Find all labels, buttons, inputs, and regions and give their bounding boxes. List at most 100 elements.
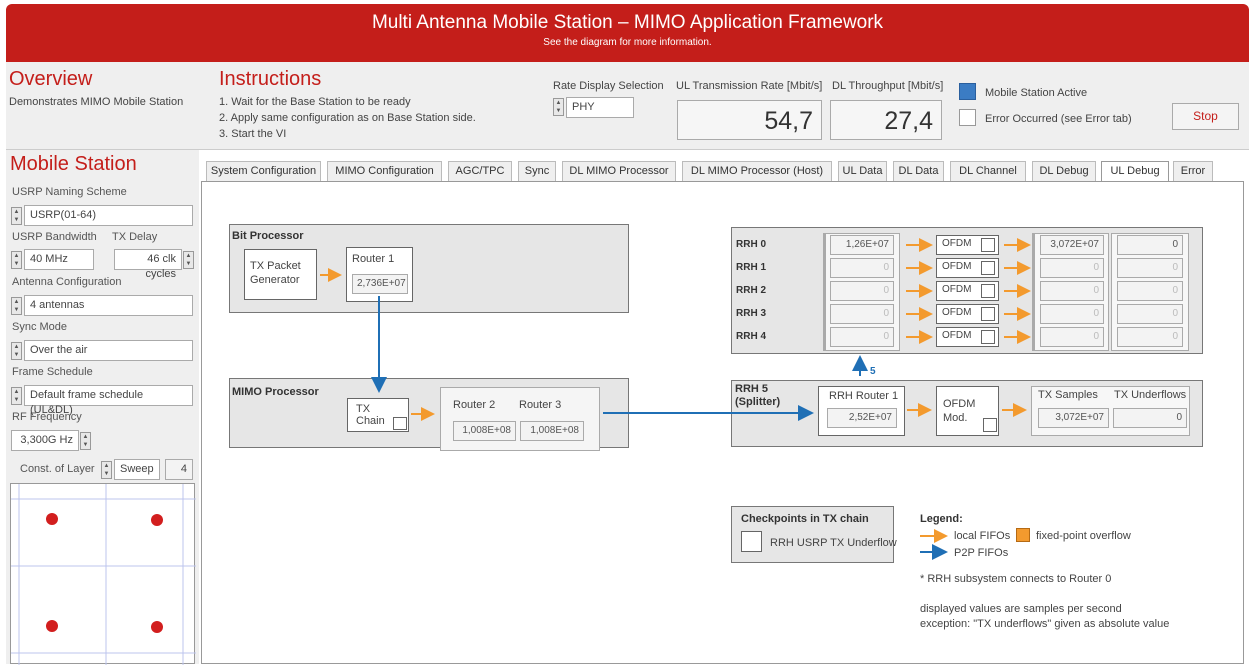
legend-note1: * RRH subsystem connects to Router 0 [920,573,1112,585]
tx-packet-generator: TX Packet Generator [244,249,317,300]
tx-underflows-value: 0 [1113,408,1187,428]
router23-box [440,387,600,451]
naming-label: USRP Naming Scheme [12,186,127,198]
app-header: Multi Antenna Mobile Station – MIMO Appl… [6,4,1249,62]
rrh-ofdm-checkpoint [981,330,995,344]
constellation-point [151,514,163,526]
rf-spinner[interactable]: ▲ ▼ [80,432,91,450]
router3-label: Router 3 [519,399,562,411]
tab-dl-mimo-processor[interactable]: DL MIMO Processor [562,161,676,181]
tab-error[interactable]: Error [1173,161,1213,181]
const-num-field: 4 [165,459,193,480]
router3-value: 1,008E+08 [520,421,584,441]
sync-spinner[interactable]: ▲ ▼ [11,342,22,360]
rf-field[interactable]: 3,300G Hz [11,430,79,451]
active-led [959,83,976,100]
router1-label: Router 1 [352,253,395,265]
rrh-in-value: 0 [830,281,894,301]
constellation-point [46,620,58,632]
rrh-ofdm-checkpoint [981,284,995,298]
checkpoint-item: RRH USRP TX Underflow [770,537,897,549]
instruction-step-2: 2. Apply same configuration as on Base S… [219,112,476,124]
rrh-router1-value: 2,52E+07 [827,408,897,428]
bw-field[interactable]: 40 MHz [24,249,94,270]
tab-sync[interactable]: Sync [518,161,556,181]
tab-ul-data[interactable]: UL Data [838,161,887,181]
rrh-ofdm-checkpoint [981,307,995,321]
ul-rate-label: UL Transmission Rate [Mbit/s] [676,80,823,92]
const-mode-field[interactable]: Sweep [114,459,160,480]
tab-dl-channel[interactable]: DL Channel [950,161,1026,181]
instructions-title: Instructions [219,68,322,90]
instruction-step-1: 1. Wait for the Base Station to be ready [219,96,411,108]
tab-agc-tpc[interactable]: AGC/TPC [448,161,512,181]
tx-samples-value: 3,072E+07 [1038,408,1109,428]
instruction-step-3: 3. Start the VI [219,128,287,140]
overview-text: Demonstrates MIMO Mobile Station [9,96,184,108]
sync-field[interactable]: Over the air [24,340,193,361]
tx-chain-checkpoint [393,417,407,430]
rrh-ofdm-label: OFDM [942,330,972,341]
txdelay-field[interactable]: 46 clk cycles [114,249,182,280]
txdelay-spinner[interactable]: ▲ ▼ [183,251,194,269]
tab-system-configuration[interactable]: System Configuration [206,161,321,181]
error-label: Error Occurred (see Error tab) [985,113,1132,125]
overview-title: Overview [9,68,93,90]
rate-display-label: Rate Display Selection [553,80,664,92]
txdelay-label: TX Delay [112,231,158,243]
rf-label: RF Frequency [12,411,82,423]
rrh-row-label: RRH 0 [736,239,767,250]
frame-spinner[interactable]: ▲ ▼ [11,387,22,405]
active-label: Mobile Station Active [985,87,1088,99]
app-title: Multi Antenna Mobile Station – MIMO Appl… [371,12,884,33]
rrh-out-value: 0 [1040,281,1104,301]
rate-display-select[interactable]: PHY [566,97,634,118]
frame-field[interactable]: Default frame schedule (UL&DL) [24,385,193,416]
const-spinner[interactable]: ▲ ▼ [101,461,112,479]
legend-note2: displayed values are samples per second [920,603,1122,615]
bw-label: USRP Bandwidth [12,231,97,243]
rrh-router1-label: RRH Router 1 [829,390,899,402]
tab-ul-debug[interactable]: UL Debug [1101,161,1169,182]
bw-spinner[interactable]: ▲ ▼ [11,251,22,269]
dl-rate-value: 27,4 [830,100,942,140]
tab-dl-mimo-processor-host[interactable]: DL MIMO Processor (Host) [682,161,832,181]
tx-samples-label: TX Samples [1038,389,1098,401]
rrh-ofdm-label: OFDM [942,284,972,295]
app-subtitle: See the diagram for more information. [543,37,712,48]
tab-mimo-configuration[interactable]: MIMO Configuration [327,161,442,181]
rrh-underflow-value: 0 [1117,304,1183,324]
mobile-station-panel: Mobile Station USRP Naming Scheme ▲ ▼ USR… [6,150,199,665]
rrh-in-value: 1,26E+07 [830,235,894,255]
rrh-out-value: 3,072E+07 [1040,235,1104,255]
rate-display-spinner[interactable]: ▲ ▼ [553,98,564,116]
constellation-point [46,513,58,525]
top-bar: Overview Demonstrates MIMO Mobile Statio… [6,62,1249,150]
naming-field[interactable]: USRP(01-64) [24,205,193,226]
tab-dl-data[interactable]: DL Data [893,161,944,181]
rrh-row-label: RRH 3 [736,308,767,319]
naming-spinner[interactable]: ▲ ▼ [11,207,22,225]
checkpoints-title: Checkpoints in TX chain [741,513,869,525]
ofdm-mod-checkpoint [983,418,997,432]
rrh-underflow-value: 0 [1117,235,1183,255]
antenna-spinner[interactable]: ▲ ▼ [11,297,22,315]
rrh-ofdm-checkpoint [981,261,995,275]
stop-button[interactable]: Stop [1172,103,1239,130]
tx-chain-label: TX Chain [356,403,385,427]
legend-local: local FIFOs [954,530,1011,542]
legend-overflow: fixed-point overflow [1036,530,1131,542]
tab-dl-debug[interactable]: DL Debug [1032,161,1096,181]
constellation-plot [10,483,196,665]
rrh5-title: RRH 5 (Splitter) [735,383,781,408]
rrh-in-value: 0 [830,258,894,278]
rrh-in-value: 0 [830,304,894,324]
legend-title: Legend: [920,513,963,525]
rrh-underflow-value: 0 [1117,327,1183,347]
rrh-row-label: RRH 4 [736,331,767,342]
legend-p2p: P2P FIFOs [954,547,1009,559]
rrh-out-value: 0 [1040,304,1104,324]
antenna-field[interactable]: 4 antennas [24,295,193,316]
dl-rate-label: DL Throughput [Mbit/s] [832,80,944,92]
rrh-out-value: 0 [1040,258,1104,278]
